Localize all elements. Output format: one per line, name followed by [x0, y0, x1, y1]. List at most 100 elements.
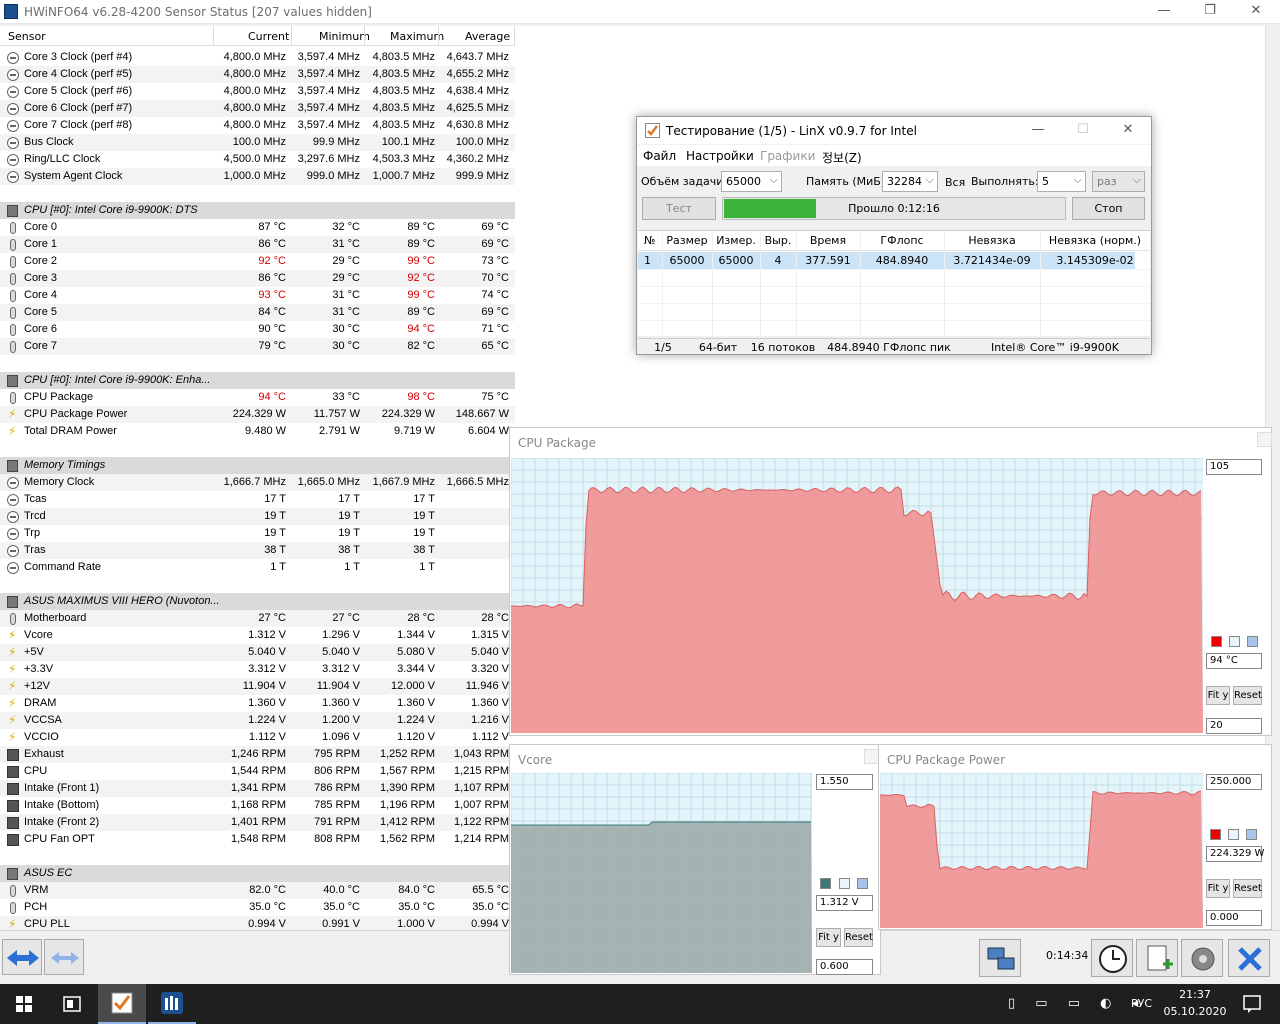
- close-button[interactable]: ✕: [1233, 0, 1279, 24]
- sensor-row[interactable]: Core 2 92 °C 29 °C 99 °C 73 °C: [0, 253, 515, 270]
- reset-button[interactable]: Reset: [844, 928, 873, 947]
- sensor-row[interactable]: Core 7 Clock (perf #8) 4,800.0 MHz 3,597.4…: [0, 117, 515, 134]
- linx-minimize-button[interactable]: —: [1015, 119, 1061, 143]
- sensor-row[interactable]: Bus Clock 100.0 MHz 99.9 MHz 100.1 MHz 100.0…: [0, 134, 515, 151]
- sensor-row[interactable]: Ring/LLC Clock 4,500.0 MHz 3,297.6 MHz 4,50…: [0, 151, 515, 168]
- sensor-row[interactable]: CPU Package 94 °C 33 °C 98 °C 75 °C: [0, 389, 515, 406]
- sensor-row[interactable]: Core 5 Clock (perf #6) 4,800.0 MHz 3,597.4…: [0, 83, 515, 100]
- color-swatch-light[interactable]: [839, 878, 850, 889]
- results-col-header[interactable]: Измер.: [712, 234, 760, 247]
- sensor-row[interactable]: Memory Clock 1,666.7 MHz 1,665.0 MHz 1,667.…: [0, 474, 515, 491]
- memory-all-checkbox[interactable]: Вся: [945, 176, 965, 189]
- task-size-combo[interactable]: 65000: [721, 171, 782, 192]
- results-col-header[interactable]: Невязка: [944, 234, 1040, 247]
- sensor-row[interactable]: Core 6 Clock (perf #7) 4,800.0 MHz 3,597.4…: [0, 100, 515, 117]
- memory-combo[interactable]: 32284: [882, 171, 938, 192]
- menu-graphs[interactable]: Графики: [760, 149, 815, 163]
- sensor-row[interactable]: Core 5 84 °C 31 °C 89 °C 69 °C: [0, 304, 515, 321]
- sensor-row[interactable]: Intake (Front 1) 1,341 RPM 786 RPM 1,390 RP…: [0, 780, 515, 797]
- results-col-header[interactable]: Невязка (норм.): [1040, 234, 1150, 247]
- sensor-row[interactable]: Tras 38 T 38 T 38 T: [0, 542, 515, 559]
- sensor-group-header[interactable]: CPU [#0]: Intel Core i9-9900K: Enha...: [0, 372, 515, 389]
- sensor-row[interactable]: Trp 19 T 19 T 19 T: [0, 525, 515, 542]
- add-report-icon[interactable]: [1136, 939, 1178, 977]
- sensor-row[interactable]: Exhaust 1,246 RPM 795 RPM 1,252 RPM 1,043 RP…: [0, 746, 515, 763]
- sensor-group-header[interactable]: ASUS MAXIMUS VIII HERO (Nuvoton...: [0, 593, 515, 610]
- sensor-row[interactable]: CPU 1,544 RPM 806 RPM 1,567 RPM 1,215 RPM: [0, 763, 515, 780]
- sensor-row[interactable]: Motherboard 27 °C 27 °C 28 °C 28 °C: [0, 610, 515, 627]
- language-indicator[interactable]: РУС: [1131, 997, 1152, 1010]
- collapse-arrows-icon[interactable]: [44, 939, 84, 975]
- sensor-row[interactable]: ⚡ +12V 11.904 V 11.904 V 12.000 V 11.946 V: [0, 678, 515, 695]
- sensor-row[interactable]: Core 6 90 °C 30 °C 94 °C 71 °C: [0, 321, 515, 338]
- color-swatch-light[interactable]: [1228, 829, 1239, 840]
- graph-max-value[interactable]: 1.550: [816, 774, 873, 790]
- sensor-group-header[interactable]: CPU [#0]: Intel Core i9-9900K: DTS: [0, 202, 515, 219]
- col-header-average[interactable]: Average: [465, 30, 510, 43]
- color-swatch-red[interactable]: [1211, 636, 1222, 647]
- sensor-row[interactable]: Core 4 93 °C 31 °C 99 °C 74 °C: [0, 287, 515, 304]
- fit-y-button[interactable]: Fit y: [1206, 879, 1230, 898]
- graph-min-value[interactable]: 20: [1206, 718, 1262, 734]
- graph-max-value[interactable]: 105: [1206, 459, 1262, 475]
- sensor-row[interactable]: ⚡ CPU Package Power 224.329 W 11.757 W 224.3…: [0, 406, 515, 423]
- graph-min-value[interactable]: 0.600: [816, 959, 873, 975]
- results-col-header[interactable]: Выр.: [760, 234, 796, 247]
- linx-maximize-button[interactable]: ☐: [1060, 119, 1106, 143]
- col-header-current[interactable]: Current: [248, 30, 289, 43]
- sensor-row[interactable]: Core 3 86 °C 29 °C 92 °C 70 °C: [0, 270, 515, 287]
- color-swatch-blue[interactable]: [1247, 636, 1258, 647]
- maximize-button[interactable]: ❐: [1187, 0, 1233, 24]
- sensor-row[interactable]: Core 0 87 °C 32 °C 89 °C 69 °C: [0, 219, 515, 236]
- sensor-row[interactable]: Core 1 86 °C 31 °C 89 °C 69 °C: [0, 236, 515, 253]
- sensor-row[interactable]: ⚡ +5V 5.040 V 5.040 V 5.080 V 5.040 V: [0, 644, 515, 661]
- col-header-maximum[interactable]: Maximum: [390, 30, 444, 43]
- menu-settings[interactable]: Настройки: [686, 149, 754, 163]
- run-count-combo[interactable]: 5: [1037, 171, 1086, 192]
- task-view-icon[interactable]: [48, 984, 96, 1024]
- results-col-header[interactable]: №: [638, 234, 662, 247]
- sensor-row[interactable]: Tcas 17 T 17 T 17 T: [0, 491, 515, 508]
- fit-y-button[interactable]: Fit y: [816, 928, 841, 947]
- network-icon[interactable]: [979, 939, 1021, 977]
- sensor-row[interactable]: Intake (Front 2) 1,401 RPM 791 RPM 1,412 RP…: [0, 814, 515, 831]
- sensor-row[interactable]: System Agent Clock 1,000.0 MHz 999.0 MHz 1,…: [0, 168, 515, 185]
- sensor-row[interactable]: ⚡ +3.3V 3.312 V 3.312 V 3.344 V 3.320 V: [0, 661, 515, 678]
- clock-icon[interactable]: [1091, 939, 1133, 977]
- sensor-row[interactable]: Trcd 19 T 19 T 19 T: [0, 508, 515, 525]
- sensor-row[interactable]: ⚡ DRAM 1.360 V 1.360 V 1.360 V 1.360 V: [0, 695, 515, 712]
- col-header-minimum[interactable]: Minimum: [319, 30, 370, 43]
- stop-button[interactable]: Стоп: [1072, 197, 1145, 220]
- color-swatch-blue[interactable]: [857, 878, 868, 889]
- col-header-sensor[interactable]: Sensor: [8, 30, 46, 43]
- sensor-row[interactable]: ⚡ VCCSA 1.224 V 1.200 V 1.224 V 1.216 V: [0, 712, 515, 729]
- taskbar-date[interactable]: 05.10.2020: [1162, 1005, 1228, 1018]
- close-x-icon[interactable]: [1228, 939, 1270, 977]
- sensor-row[interactable]: CPU Fan OPT 1,548 RPM 808 RPM 1,562 RPM 1,21…: [0, 831, 515, 848]
- color-swatch-blue[interactable]: [1246, 829, 1257, 840]
- sensor-row[interactable]: PCH 35.0 °C 35.0 °C 35.0 °C 35.0 °C: [0, 899, 515, 916]
- nav-arrows-icon[interactable]: [2, 939, 42, 975]
- settings-gear-icon[interactable]: [1181, 939, 1223, 977]
- sensor-group-header[interactable]: Memory Timings: [0, 457, 515, 474]
- graph-close-button[interactable]: [864, 749, 879, 764]
- minimize-button[interactable]: —: [1141, 0, 1187, 24]
- sensor-row[interactable]: ⚡ Vcore 1.312 V 1.296 V 1.344 V 1.315 V: [0, 627, 515, 644]
- graph-max-value[interactable]: 250.000: [1206, 774, 1262, 790]
- sensor-row[interactable]: Intake (Bottom) 1,168 RPM 785 RPM 1,196 RPM…: [0, 797, 515, 814]
- sensor-row[interactable]: ⚡ Total DRAM Power 9.480 W 2.791 W 9.719 W 6.…: [0, 423, 515, 440]
- graph-close-button[interactable]: [1257, 432, 1272, 447]
- sensor-group-header[interactable]: ASUS EC: [0, 865, 515, 882]
- taskbar-hwinfo-icon[interactable]: [148, 984, 196, 1024]
- results-col-header[interactable]: ГФлопс: [860, 234, 944, 247]
- reset-button[interactable]: Reset: [1233, 879, 1262, 898]
- notification-icon[interactable]: [1232, 984, 1272, 1024]
- windows-start-icon[interactable]: [0, 984, 48, 1024]
- results-col-header[interactable]: Размер: [662, 234, 712, 247]
- menu-about[interactable]: 정보(Z): [822, 149, 862, 166]
- color-swatch-light[interactable]: [1229, 636, 1240, 647]
- menu-file[interactable]: Файл: [643, 149, 676, 163]
- color-swatch-teal[interactable]: [820, 878, 831, 889]
- sensor-row[interactable]: ⚡ CPU PLL 0.994 V 0.991 V 1.000 V 0.994 V: [0, 916, 515, 930]
- reset-button[interactable]: Reset: [1233, 686, 1262, 705]
